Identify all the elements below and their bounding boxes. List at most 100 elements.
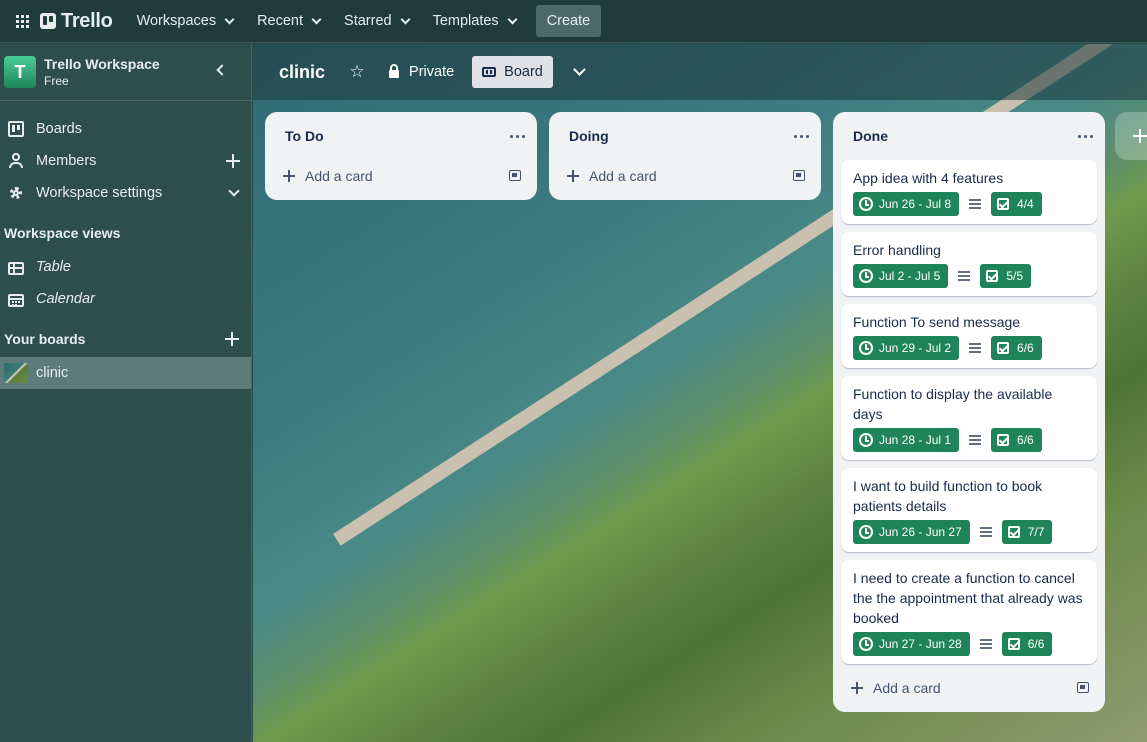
sidebar-item-calendar[interactable]: Calendar [0, 283, 252, 315]
add-card-label: Add a card [873, 680, 941, 696]
sidebar-item-label: Calendar [36, 291, 95, 307]
card-template-icon[interactable] [793, 170, 805, 181]
board-view-icon [482, 67, 497, 77]
due-date-badge[interactable]: Jun 26 - Jun 27 [853, 520, 970, 544]
board-canvas: clinic ☆ Private Board To Do Add a card … [253, 44, 1147, 742]
recent-menu-button[interactable]: Recent [247, 5, 330, 37]
starred-menu-button[interactable]: Starred [334, 5, 419, 37]
workspace-sidebar: T Trello Workspace Free Boards Members W… [0, 44, 252, 742]
list-menu-icon[interactable] [794, 134, 809, 138]
add-card-button[interactable]: Add a card [833, 672, 1097, 704]
trello-logo-icon [40, 13, 56, 29]
checklist-badge: 4/4 [991, 192, 1042, 216]
workspace-plan: Free [44, 74, 69, 88]
chevron-down-icon [400, 14, 411, 24]
star-icon[interactable]: ☆ [341, 56, 373, 88]
card-template-icon[interactable] [1077, 682, 1089, 693]
due-date-badge[interactable]: Jun 28 - Jul 1 [853, 428, 960, 452]
workspaces-menu-label: Workspaces [136, 13, 217, 29]
card[interactable]: Function to display the available days J… [841, 376, 1097, 460]
list-title[interactable]: Done [853, 128, 888, 144]
collapse-sidebar-icon[interactable] [216, 64, 228, 76]
description-icon [979, 639, 992, 649]
add-board-icon[interactable] [225, 332, 239, 346]
visibility-label: Private [409, 64, 455, 80]
description-icon [979, 527, 992, 537]
checklist-count: 5/5 [1006, 269, 1024, 283]
trello-logo-text: Trello [61, 9, 113, 32]
table-icon [8, 261, 24, 275]
board-title[interactable]: clinic [279, 62, 325, 83]
card-title: App idea with 4 features [853, 170, 1004, 186]
list-title[interactable]: Doing [569, 128, 609, 144]
list-menu-icon[interactable] [1078, 134, 1093, 138]
list-menu-icon[interactable] [510, 134, 525, 138]
add-list-button[interactable] [1115, 112, 1147, 160]
sidebar-item-workspace-settings[interactable]: Workspace settings [0, 177, 252, 209]
your-boards-heading: Your boards [4, 331, 86, 347]
due-date-badge[interactable]: Jun 29 - Jul 2 [853, 336, 960, 360]
sidebar-item-table[interactable]: Table [0, 251, 252, 283]
templates-menu-button[interactable]: Templates [423, 5, 526, 37]
card-title: Function to display the available days [853, 386, 1053, 422]
visibility-button[interactable]: Private [379, 56, 464, 88]
card[interactable]: Error handling Jul 2 - Jul 5 5/5 [841, 232, 1097, 296]
clock-icon [859, 269, 873, 283]
checklist-icon [997, 434, 1010, 446]
plus-icon [283, 170, 295, 182]
workspace-avatar: T [4, 56, 36, 88]
due-date-badge[interactable]: Jun 27 - Jun 28 [853, 632, 970, 656]
card[interactable]: Function To send message Jun 29 - Jul 2 … [841, 304, 1097, 368]
checklist-icon [997, 342, 1010, 354]
due-date-badge[interactable]: Jun 26 - Jul 8 [853, 192, 960, 216]
due-date-text: Jul 2 - Jul 5 [879, 269, 941, 283]
checklist-icon [986, 270, 999, 282]
board-icon [8, 121, 24, 137]
checklist-count: 4/4 [1017, 197, 1034, 211]
list-title[interactable]: To Do [285, 128, 324, 144]
sidebar-item-members[interactable]: Members [0, 145, 252, 177]
description-icon [958, 271, 971, 281]
checklist-badge: 5/5 [980, 264, 1032, 288]
app-switcher-icon[interactable] [6, 5, 38, 37]
checklist-count: 7/7 [1027, 525, 1045, 539]
add-card-button[interactable]: Add a card [265, 160, 529, 192]
checklist-icon [997, 198, 1010, 210]
due-date-text: Jun 26 - Jun 27 [879, 525, 962, 539]
chevron-down-icon[interactable] [573, 63, 586, 76]
checklist-badge: 6/6 [991, 336, 1042, 360]
workspaces-menu-button[interactable]: Workspaces [127, 5, 244, 37]
list-to-do: To Do Add a card [265, 112, 537, 200]
checklist-count: 6/6 [1027, 637, 1045, 651]
checklist-count: 6/6 [1017, 433, 1034, 447]
card-title: Function To send message [853, 314, 1021, 330]
card[interactable]: App idea with 4 features Jun 26 - Jul 8 … [841, 160, 1097, 224]
card-title: I want to build function to book patient… [853, 478, 1043, 514]
trello-logo[interactable]: Trello [40, 10, 113, 33]
card[interactable]: I want to build function to book patient… [841, 468, 1097, 552]
board-view-button[interactable]: Board [472, 56, 553, 88]
due-date-text: Jun 26 - Jul 8 [879, 197, 952, 211]
clock-icon [859, 433, 873, 447]
due-date-badge[interactable]: Jul 2 - Jul 5 [853, 264, 949, 288]
sidebar-item-label: Boards [36, 121, 82, 137]
card[interactable]: I need to create a function to cancel th… [841, 560, 1097, 664]
sidebar-board-clinic[interactable]: clinic [0, 357, 251, 389]
chevron-down-icon [507, 14, 518, 24]
checklist-badge: 6/6 [991, 428, 1042, 452]
clock-icon [859, 341, 873, 355]
sidebar-item-boards[interactable]: Boards [0, 113, 252, 145]
sidebar-item-label: Table [36, 259, 71, 275]
chevron-down-icon[interactable] [228, 185, 240, 197]
checklist-icon [1007, 526, 1020, 538]
card-template-icon[interactable] [509, 170, 521, 181]
create-button[interactable]: Create [535, 5, 602, 37]
card-title: Error handling [853, 242, 941, 258]
board-view-label: Board [504, 64, 543, 80]
add-card-button[interactable]: Add a card [549, 160, 813, 192]
sidebar-item-label: Members [36, 153, 97, 169]
list-doing: Doing Add a card [549, 112, 821, 200]
recent-menu-label: Recent [257, 13, 304, 29]
workspace-views-heading: Workspace views [4, 225, 121, 241]
add-member-icon[interactable] [226, 154, 240, 168]
